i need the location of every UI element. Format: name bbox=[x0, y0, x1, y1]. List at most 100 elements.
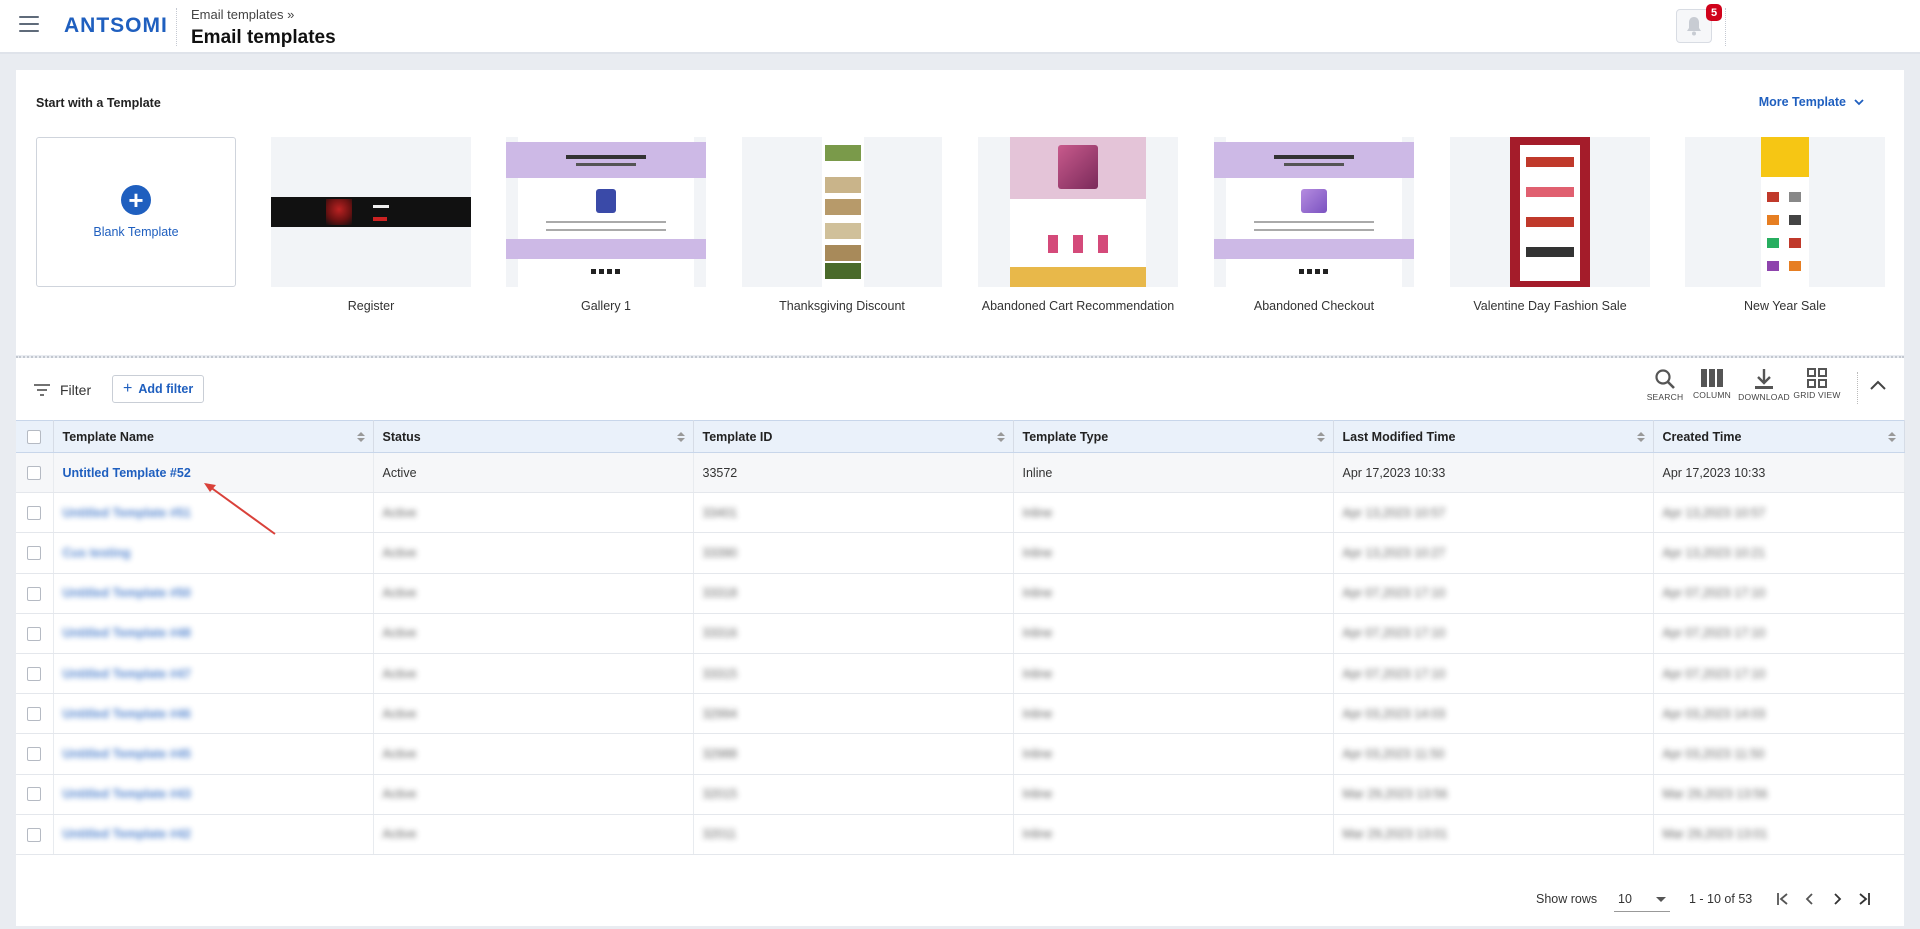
template-card-new-year-sale[interactable]: New Year Sale bbox=[1685, 137, 1885, 313]
rows-per-page-select[interactable]: 10 bbox=[1614, 886, 1670, 912]
download-button[interactable]: DOWNLOAD bbox=[1738, 368, 1790, 402]
last-modified-cell: Apr 07,2023 17:10 bbox=[1333, 573, 1654, 614]
sort-icon[interactable] bbox=[1316, 431, 1325, 443]
table-row[interactable]: Untitled Template #46 Active 32994 Inline Ap… bbox=[16, 693, 1905, 735]
template-card-valentine-day-fashion-sale[interactable]: Valentine Day Fashion Sale bbox=[1450, 137, 1650, 313]
breadcrumb[interactable]: Email templates » bbox=[191, 7, 294, 22]
column-header-last-modified[interactable]: Last Modified Time bbox=[1333, 420, 1654, 453]
template-id-cell: 32988 bbox=[693, 733, 1014, 775]
template-card-abandoned-cart-recommendation[interactable]: Abandoned Cart Recommendation bbox=[978, 137, 1178, 313]
column-header-template-id[interactable]: Template ID bbox=[693, 420, 1014, 453]
column-header-template-type[interactable]: Template Type bbox=[1013, 420, 1334, 453]
download-label: DOWNLOAD bbox=[1738, 392, 1790, 402]
table-row[interactable]: Untitled Template #52 Active 33572 Inline Ap… bbox=[16, 452, 1905, 494]
row-select-cell bbox=[16, 452, 54, 494]
template-name-link[interactable]: Untitled Template #52 bbox=[63, 466, 191, 480]
table-row[interactable]: Untitled Template #47 Active 33315 Inline Ap… bbox=[16, 653, 1905, 695]
created-cell: Apr 07,2023 17:10 bbox=[1653, 653, 1905, 695]
template-id-cell: 32011 bbox=[693, 814, 1014, 855]
plus-icon: + bbox=[123, 380, 133, 397]
row-select-cell bbox=[16, 573, 54, 614]
template-name-link[interactable]: Cus testing bbox=[63, 546, 131, 560]
select-all-checkbox[interactable] bbox=[27, 429, 41, 444]
sort-icon[interactable] bbox=[676, 431, 685, 443]
template-card-register[interactable]: Register bbox=[271, 137, 471, 313]
template-name-link[interactable]: Untitled Template #50 bbox=[63, 586, 191, 600]
download-icon bbox=[1755, 369, 1773, 389]
template-name-link[interactable]: Untitled Template #43 bbox=[63, 787, 191, 801]
template-thumbnail bbox=[1450, 137, 1650, 287]
row-checkbox[interactable] bbox=[27, 787, 41, 802]
template-id-cell: 33318 bbox=[693, 573, 1014, 614]
template-card-abandoned-checkout[interactable]: Abandoned Checkout bbox=[1214, 137, 1414, 313]
row-checkbox[interactable] bbox=[27, 465, 41, 480]
template-id-cell: 32994 bbox=[693, 693, 1014, 735]
antsomi-logo[interactable]: ANTSOMI bbox=[64, 14, 168, 38]
template-type-cell: Inline bbox=[1013, 733, 1334, 775]
row-checkbox[interactable] bbox=[27, 586, 41, 601]
template-name-link[interactable]: Untitled Template #47 bbox=[63, 667, 191, 681]
last-page-button[interactable] bbox=[1855, 890, 1873, 908]
template-thumbnail bbox=[978, 137, 1178, 287]
grid-view-icon bbox=[1807, 368, 1827, 388]
table-row[interactable]: Untitled Template #43 Active 32015 Inline Ma… bbox=[16, 774, 1905, 815]
template-name-link[interactable]: Untitled Template #45 bbox=[63, 747, 191, 761]
created-cell: Apr 13,2023 10:57 bbox=[1653, 492, 1905, 534]
table-row[interactable]: Untitled Template #45 Active 32988 Inline Ap… bbox=[16, 733, 1905, 775]
row-checkbox[interactable] bbox=[27, 546, 41, 561]
row-checkbox[interactable] bbox=[27, 747, 41, 762]
grid-view-label: GRID VIEW bbox=[1793, 390, 1841, 400]
table-row[interactable]: Untitled Template #48 Active 33316 Inline Ap… bbox=[16, 613, 1905, 654]
status-cell: Active bbox=[373, 693, 694, 735]
prev-page-button[interactable] bbox=[1801, 890, 1819, 908]
sort-icon[interactable] bbox=[1636, 431, 1645, 443]
column-header-template-name[interactable]: Template Name bbox=[53, 420, 374, 453]
last-modified-cell: Mar 29,2023 13:01 bbox=[1333, 814, 1654, 855]
template-name-link[interactable]: Untitled Template #42 bbox=[63, 827, 191, 841]
row-checkbox[interactable] bbox=[27, 506, 41, 521]
template-type-cell: Inline bbox=[1013, 814, 1334, 855]
table-row[interactable]: Untitled Template #51 Active 33401 Inline Ap… bbox=[16, 492, 1905, 534]
template-id-cell: 33572 bbox=[693, 452, 1014, 494]
plus-icon: + bbox=[121, 185, 151, 215]
template-name-link[interactable]: Untitled Template #51 bbox=[63, 506, 191, 520]
app-header: ANTSOMI Email templates » Email template… bbox=[0, 0, 1920, 54]
sort-icon[interactable] bbox=[356, 431, 365, 443]
sort-icon[interactable] bbox=[996, 431, 1005, 443]
row-checkbox[interactable] bbox=[27, 827, 41, 842]
collapse-button[interactable] bbox=[1870, 378, 1886, 393]
blank-template-card[interactable]: + Blank Template bbox=[36, 137, 236, 287]
next-page-button[interactable] bbox=[1828, 890, 1846, 908]
template-thumbnail bbox=[1685, 137, 1885, 287]
chevron-up-icon bbox=[1870, 380, 1886, 390]
template-card-thanksgiving-discount[interactable]: Thanksgiving Discount bbox=[742, 137, 942, 313]
template-name-cell: Untitled Template #45 bbox=[53, 733, 374, 775]
template-card-label: Register bbox=[347, 299, 395, 313]
more-template-button[interactable]: More Template bbox=[1759, 95, 1864, 109]
column-header-status[interactable]: Status bbox=[373, 420, 694, 453]
search-button[interactable]: SEARCH bbox=[1640, 368, 1690, 402]
blank-template-label: Blank Template bbox=[93, 225, 179, 239]
menu-icon[interactable] bbox=[19, 16, 39, 32]
table-row[interactable]: Untitled Template #42 Active 32011 Inline Ma… bbox=[16, 814, 1905, 855]
column-header-created[interactable]: Created Time bbox=[1653, 420, 1905, 453]
row-checkbox[interactable] bbox=[27, 666, 41, 681]
sort-icon[interactable] bbox=[1887, 431, 1896, 443]
template-type-cell: Inline bbox=[1013, 452, 1334, 494]
row-checkbox[interactable] bbox=[27, 707, 41, 722]
grid-view-button[interactable]: GRID VIEW bbox=[1792, 368, 1842, 400]
template-card-gallery-1[interactable]: Gallery 1 bbox=[506, 137, 706, 313]
template-name-cell: Untitled Template #47 bbox=[53, 653, 374, 695]
filter-button[interactable]: Filter bbox=[34, 382, 91, 398]
row-checkbox[interactable] bbox=[27, 626, 41, 641]
template-name-link[interactable]: Untitled Template #46 bbox=[63, 707, 191, 721]
search-icon bbox=[1655, 369, 1675, 389]
show-rows-label: Show rows bbox=[1536, 892, 1598, 906]
created-cell: Apr 17,2023 10:33 bbox=[1653, 452, 1905, 494]
add-filter-button[interactable]: + Add filter bbox=[112, 375, 205, 403]
column-button[interactable]: COLUMN bbox=[1687, 368, 1737, 400]
table-row[interactable]: Cus testing Active 33390 Inline Apr 13,2023 … bbox=[16, 532, 1905, 574]
first-page-button[interactable] bbox=[1774, 890, 1792, 908]
table-row[interactable]: Untitled Template #50 Active 33318 Inline Ap… bbox=[16, 573, 1905, 614]
template-name-link[interactable]: Untitled Template #48 bbox=[63, 626, 191, 640]
